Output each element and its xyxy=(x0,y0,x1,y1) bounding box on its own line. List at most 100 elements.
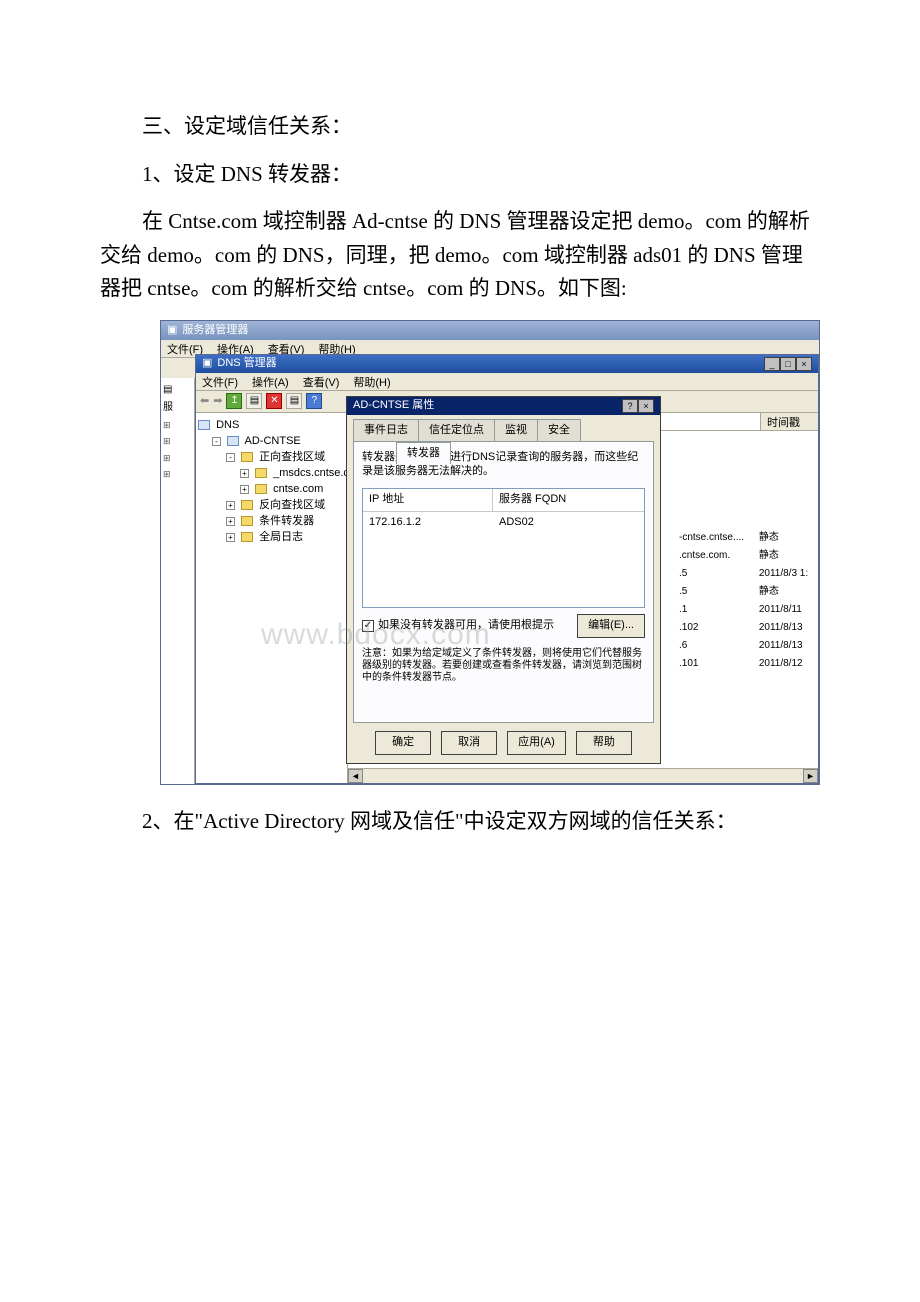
record-cell-name: -cntse.cntse.... xyxy=(676,529,756,547)
record-row[interactable]: .52011/8/3 1: xyxy=(676,565,818,583)
tab-trust-anchor[interactable]: 信任定位点 xyxy=(418,419,495,442)
tree-zone-cntse-label: cntse.com xyxy=(273,483,323,495)
properties-close-button[interactable]: × xyxy=(638,399,654,413)
toolbar-refresh-button[interactable]: ▤ xyxy=(286,393,302,409)
record-row[interactable]: .12011/8/11 xyxy=(676,601,818,619)
use-root-hints-checkbox[interactable]: ✓ 如果没有转发器可用，请使用根提示 xyxy=(362,617,554,635)
dns-icon: ▣ xyxy=(202,355,212,373)
folder-icon xyxy=(255,468,267,478)
scroll-right-button[interactable]: ► xyxy=(803,769,818,783)
column-timestamp[interactable]: 时间戳 xyxy=(760,413,818,430)
record-row[interactable]: .1012011/8/12 xyxy=(676,655,818,673)
dns-close-button[interactable]: × xyxy=(796,357,812,371)
record-row[interactable]: -cntse.cntse....静态 xyxy=(676,529,818,547)
scroll-left-button[interactable]: ◄ xyxy=(348,769,363,783)
tree-conditional-forwarders[interactable]: + 条件转发器 xyxy=(198,513,345,529)
server-manager-titlebar: ▣ 服务器管理器 xyxy=(161,321,819,340)
record-cell-name: .1 xyxy=(676,601,756,619)
tree-global-log[interactable]: + 全局日志 xyxy=(198,529,345,545)
record-row[interactable]: .1022011/8/13 xyxy=(676,619,818,637)
cancel-button[interactable]: 取消 xyxy=(441,731,497,755)
expander-icon[interactable]: + xyxy=(226,501,235,510)
properties-help-button[interactable]: ? xyxy=(622,399,638,413)
tree-global-log-label: 全局日志 xyxy=(259,531,303,543)
expander-icon[interactable]: + xyxy=(226,533,235,542)
toolbar-delete-button[interactable]: ✕ xyxy=(266,393,282,409)
horizontal-scrollbar[interactable]: ◄ ► xyxy=(348,768,818,783)
ok-button[interactable]: 确定 xyxy=(375,731,431,755)
forwarders-list[interactable]: IP 地址 服务器 FQDN 172.16.1.2 ADS02 xyxy=(362,488,645,608)
toolbar-up-button[interactable]: ↥ xyxy=(226,393,242,409)
section-heading: 三、设定域信任关系： xyxy=(100,110,820,144)
tree-reverse-zone-label: 反向查找区域 xyxy=(259,499,325,511)
tree-zone-msdcs-label: _msdcs.cntse.com xyxy=(273,467,348,479)
checkbox-label: 如果没有转发器可用，请使用根提示 xyxy=(378,617,554,635)
tree-zone-msdcs[interactable]: + _msdcs.cntse.com xyxy=(198,465,345,481)
server-manager-tree-strip: ▤ 服 ⊞⊞⊞⊞ xyxy=(161,378,195,784)
records-rows: -cntse.cntse....静态.cntse.com.静态.52011/8/… xyxy=(676,529,818,673)
toolbar-props-button[interactable]: ▤ xyxy=(246,393,262,409)
dns-menubar[interactable]: 文件(F) 操作(A) 查看(V) 帮助(H) xyxy=(196,373,818,391)
expander-icon[interactable]: + xyxy=(226,517,235,526)
server-manager-icon: ▣ xyxy=(167,322,177,340)
tree-server-label: AD-CNTSE xyxy=(245,435,301,447)
folder-icon xyxy=(255,484,267,494)
tree-forward-zone[interactable]: - 正向查找区域 xyxy=(198,449,345,465)
toolbar-help-button[interactable]: ? xyxy=(306,393,322,409)
dns-tree[interactable]: DNS - AD-CNTSE - 正向查找区域 + xyxy=(196,413,348,783)
properties-titlebar: AD-CNTSE 属性 ? × xyxy=(347,397,660,415)
forwarder-row[interactable]: 172.16.1.2 ADS02 xyxy=(363,512,644,534)
record-cell-name: .5 xyxy=(676,565,756,583)
tree-forward-zone-label: 正向查找区域 xyxy=(259,451,325,463)
record-cell-timestamp: 2011/8/12 xyxy=(756,655,818,673)
dns-menu-file[interactable]: 文件(F) xyxy=(202,375,238,388)
record-cell-timestamp: 2011/8/13 xyxy=(756,637,818,655)
record-cell-name: .cntse.com. xyxy=(676,547,756,565)
tree-server[interactable]: - AD-CNTSE xyxy=(198,433,345,449)
column-fqdn[interactable]: 服务器 FQDN xyxy=(493,489,644,511)
record-row[interactable]: .62011/8/13 xyxy=(676,637,818,655)
dns-menu-view[interactable]: 查看(V) xyxy=(303,375,340,388)
forwarder-fqdn: ADS02 xyxy=(493,512,644,534)
tab-security[interactable]: 安全 xyxy=(537,419,581,442)
dns-minimize-button[interactable]: _ xyxy=(764,357,780,371)
tab-forwarders[interactable]: 转发器 xyxy=(396,442,451,465)
folder-icon xyxy=(241,452,253,462)
nav-forward-icon[interactable]: ➡ xyxy=(213,393,222,411)
forwarders-note: 注意：如果为给定域定义了条件转发器，则将使用它们代替服务器级别的转发器。若要创建… xyxy=(362,648,645,684)
properties-title-text: AD-CNTSE 属性 xyxy=(353,397,434,415)
folder-icon xyxy=(241,532,253,542)
expander-icon[interactable]: + xyxy=(240,485,249,494)
server-icon xyxy=(227,436,239,446)
folder-icon xyxy=(241,516,253,526)
record-row[interactable]: .5静态 xyxy=(676,583,818,601)
tree-zone-cntse[interactable]: + cntse.com xyxy=(198,481,345,497)
checkbox-icon[interactable]: ✓ xyxy=(362,620,374,632)
help-button[interactable]: 帮助 xyxy=(576,731,632,755)
record-cell-timestamp: 2011/8/3 1: xyxy=(756,565,818,583)
folder-icon xyxy=(241,500,253,510)
tree-conditional-label: 条件转发器 xyxy=(259,515,314,527)
record-row[interactable]: .cntse.com.静态 xyxy=(676,547,818,565)
expander-icon[interactable]: - xyxy=(212,437,221,446)
nav-back-icon[interactable]: ⬅ xyxy=(200,393,209,411)
edit-button[interactable]: 编辑(E)... xyxy=(577,614,645,638)
record-cell-name: .6 xyxy=(676,637,756,655)
forwarder-ip: 172.16.1.2 xyxy=(363,512,493,534)
step-1-heading: 1、设定 DNS 转发器： xyxy=(100,158,820,192)
dns-menu-action[interactable]: 操作(A) xyxy=(252,375,289,388)
dns-menu-help[interactable]: 帮助(H) xyxy=(353,375,390,388)
apply-button[interactable]: 应用(A) xyxy=(507,731,566,755)
outer-left-label: 服 xyxy=(163,400,192,416)
expander-icon[interactable]: - xyxy=(226,453,235,462)
dns-title-text: DNS 管理器 xyxy=(217,355,276,373)
record-cell-timestamp: 2011/8/11 xyxy=(756,601,818,619)
column-ip[interactable]: IP 地址 xyxy=(363,489,493,511)
dns-maximize-button[interactable]: □ xyxy=(780,357,796,371)
tab-event-log[interactable]: 事件日志 xyxy=(353,419,419,442)
tree-dns-root[interactable]: DNS xyxy=(198,417,345,433)
tab-monitor[interactable]: 监视 xyxy=(494,419,538,442)
record-cell-timestamp: 静态 xyxy=(756,583,818,601)
tree-reverse-zone[interactable]: + 反向查找区域 xyxy=(198,497,345,513)
expander-icon[interactable]: + xyxy=(240,469,249,478)
